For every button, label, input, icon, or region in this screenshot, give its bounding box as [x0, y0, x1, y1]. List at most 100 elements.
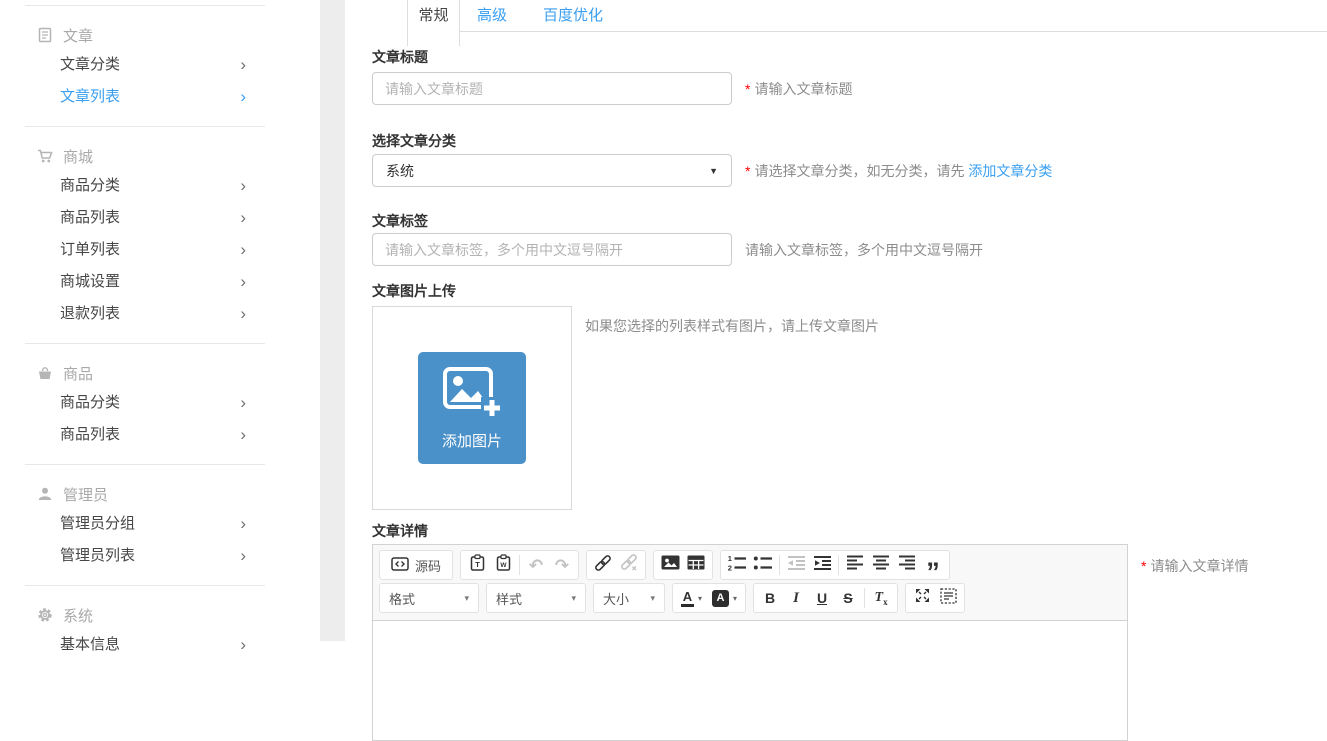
sidebar-item-product-list[interactable]: 商品列表 ›: [0, 202, 320, 234]
tab-baidu-seo[interactable]: 百度优化: [543, 4, 603, 25]
table-icon: [687, 555, 705, 575]
sidebar-group-label: 商品: [63, 363, 93, 384]
toolbar-separator: [838, 555, 839, 575]
format-dropdown[interactable]: 格式 ▾: [379, 583, 479, 613]
maximize-button[interactable]: [909, 585, 935, 611]
svg-text:W: W: [500, 562, 507, 569]
outdent-button[interactable]: [783, 552, 809, 578]
article-category-select[interactable]: 系统 ▼: [372, 154, 732, 187]
strikethrough-button[interactable]: S: [835, 585, 861, 611]
sidebar-item-admin-group[interactable]: 管理员分组 ›: [0, 508, 320, 540]
bold-button[interactable]: B: [757, 585, 783, 611]
source-code-icon: [391, 557, 409, 574]
sidebar-group-mall: 商城 商品分类 › 商品列表 › 订单列表 › 商城设置 › 退款列表 ›: [0, 144, 320, 330]
image-upload-box[interactable]: 添加图片: [372, 306, 572, 510]
divider: [25, 343, 265, 344]
sidebar-item-product-category[interactable]: 商品分类 ›: [0, 170, 320, 202]
toolbar-separator: [779, 555, 780, 575]
source-button[interactable]: 源码: [383, 556, 449, 575]
sidebar-item-admin-list[interactable]: 管理员列表 ›: [0, 540, 320, 572]
article-image-label: 文章图片上传: [372, 281, 1327, 301]
bg-color-button[interactable]: A ▾: [707, 585, 742, 611]
paste-word-button[interactable]: W: [490, 552, 516, 578]
editor-toolbar: 源码 T W: [373, 545, 1127, 620]
outdent-icon: [787, 555, 806, 576]
sidebar-item-mall-settings[interactable]: 商城设置 ›: [0, 266, 320, 298]
add-image-icon: [441, 365, 503, 424]
chevron-right-icon: ›: [240, 266, 246, 298]
tab-advanced[interactable]: 高级: [477, 4, 507, 25]
sidebar-group-label: 系统: [63, 605, 93, 626]
style-dropdown[interactable]: 样式 ▾: [486, 583, 586, 613]
sidebar-group-header-system[interactable]: 系统: [37, 603, 320, 627]
chevron-right-icon: ›: [240, 170, 246, 202]
sidebar-group-goods: 商品 商品分类 › 商品列表 ›: [0, 361, 320, 451]
add-article-category-link[interactable]: 添加文章分类: [968, 163, 1052, 179]
gear-icon: [37, 607, 54, 624]
sidebar-item-article-list[interactable]: 文章列表 ›: [0, 81, 320, 113]
redo-button[interactable]: ↷: [549, 552, 575, 578]
toolbar-separator: [864, 588, 865, 608]
tab-general[interactable]: 常规: [407, 0, 460, 46]
editor-content-area[interactable]: [373, 620, 1127, 740]
indent-button[interactable]: [809, 552, 835, 578]
sidebar-group-header-admin[interactable]: 管理员: [37, 482, 320, 506]
maximize-icon: [914, 587, 931, 609]
article-title-input[interactable]: [372, 72, 732, 105]
unlink-button[interactable]: [616, 552, 642, 578]
italic-button[interactable]: I: [783, 585, 809, 611]
remove-format-button[interactable]: Tx: [868, 585, 894, 611]
svg-text:1: 1: [728, 554, 732, 563]
select-arrow-icon: ▼: [709, 166, 718, 176]
undo-button[interactable]: ↶: [523, 552, 549, 578]
sidebar-item-refund-list[interactable]: 退款列表 ›: [0, 298, 320, 330]
add-image-button[interactable]: 添加图片: [418, 352, 526, 464]
article-title-label: 文章标题: [372, 47, 1327, 67]
numbered-list-icon: 12: [727, 554, 747, 576]
bulleted-list-button[interactable]: [750, 552, 776, 578]
caret-down-icon: ▾: [464, 593, 469, 604]
sidebar-item-basic-info[interactable]: 基本信息 ›: [0, 629, 320, 661]
caret-down-icon: ▾: [650, 593, 655, 604]
insert-table-button[interactable]: [683, 552, 709, 578]
align-left-button[interactable]: [842, 552, 868, 578]
size-dropdown[interactable]: 大小 ▾: [593, 583, 665, 613]
sidebar-group-admin: 管理员 管理员分组 › 管理员列表 ›: [0, 482, 320, 572]
rich-text-editor: 源码 T W: [372, 544, 1128, 741]
paste-word-icon: W: [496, 554, 511, 576]
unlink-icon: [619, 554, 639, 577]
chevron-right-icon: ›: [240, 540, 246, 572]
show-blocks-button[interactable]: [935, 585, 961, 611]
sidebar-group-header-goods[interactable]: 商品: [37, 361, 320, 385]
sidebar-item-article-category[interactable]: 文章分类 ›: [0, 49, 320, 81]
bold-icon: B: [765, 590, 775, 606]
tab-bar: 常规 高级 百度优化: [372, 0, 1327, 46]
sidebar-group-article: 文章 文章分类 › 文章列表 ›: [0, 23, 320, 113]
text-color-button[interactable]: A ▾: [676, 585, 707, 611]
caret-down-icon: ▾: [733, 594, 737, 603]
redo-icon: ↷: [555, 557, 569, 574]
required-mark: *: [745, 163, 750, 179]
insert-image-button[interactable]: [657, 552, 683, 578]
align-center-button[interactable]: [868, 552, 894, 578]
bg-color-icon: A: [712, 590, 729, 607]
article-content-hint: *请输入文章详情: [1141, 544, 1248, 576]
sidebar-item-goods-list[interactable]: 商品列表 ›: [0, 419, 320, 451]
underline-button[interactable]: U: [809, 585, 835, 611]
link-button[interactable]: [590, 552, 616, 578]
sidebar-group-header-mall[interactable]: 商城: [37, 144, 320, 168]
sidebar-item-order-list[interactable]: 订单列表 ›: [0, 234, 320, 266]
sidebar-group-system: 系统 基本信息 ›: [0, 603, 320, 661]
numbered-list-button[interactable]: 12: [724, 552, 750, 578]
article-tags-label: 文章标签: [372, 211, 1327, 231]
paste-text-button[interactable]: T: [464, 552, 490, 578]
basket-icon: [37, 365, 54, 382]
article-image-hint: 如果您选择的列表样式有图片，请上传文章图片: [585, 306, 879, 336]
sidebar-group-header-article[interactable]: 文章: [37, 23, 320, 47]
article-content-label: 文章详情: [372, 521, 1327, 541]
article-tags-input[interactable]: [372, 233, 732, 266]
chevron-right-icon: ›: [240, 419, 246, 451]
align-right-button[interactable]: [894, 552, 920, 578]
blockquote-button[interactable]: ”: [920, 552, 946, 578]
sidebar-item-goods-category[interactable]: 商品分类 ›: [0, 387, 320, 419]
